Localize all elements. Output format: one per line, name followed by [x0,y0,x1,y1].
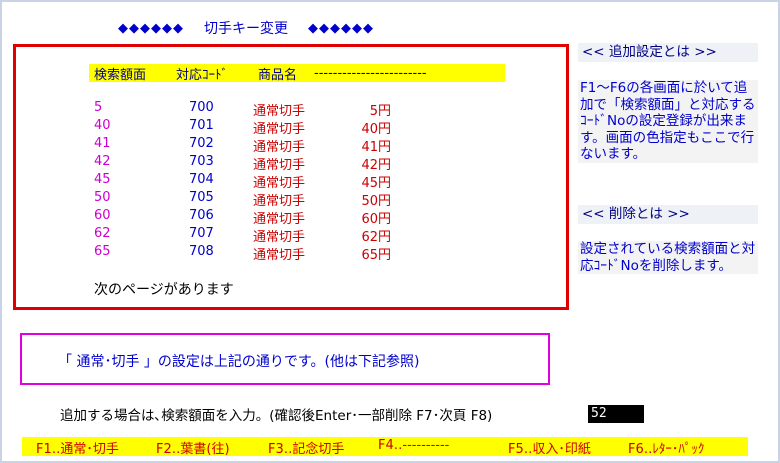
row-code: 707 [189,226,214,241]
row-price: 41円 [361,140,391,155]
row-price: 62円 [361,230,391,245]
table-row[interactable]: 50 705 通常切手 50円 [89,190,509,209]
header-code: 対応ｺｰﾄﾞ [176,67,229,83]
row-name: 通常切手 [253,104,306,119]
table-body: 5 700 通常切手 5円 40 701 通常切手 40円 41 702 通常切… [89,100,509,263]
delete-help-panel: << 削除とは >> 設定されている検索額面と対応ｺｰﾄﾞNoを削除します。 [578,205,758,274]
table-row[interactable]: 5 700 通常切手 5円 [89,100,509,119]
row-code: 704 [189,172,214,187]
title-decoration-right: ◆◆◆◆◆◆ [308,20,374,36]
next-page-notice: 次のページがあります [94,282,234,298]
row-name: 通常切手 [253,176,306,191]
row-name: 通常切手 [253,122,306,137]
row-amount: 42 [94,154,111,169]
row-price: 5円 [369,104,391,119]
row-amount: 50 [94,190,111,205]
row-code: 700 [189,100,214,115]
row-amount: 41 [94,136,111,151]
fkey-f3[interactable]: F3‥記念切手 [268,438,344,457]
row-name: 通常切手 [253,248,306,263]
header-dashes: ------------------------ [314,65,427,81]
message-box: 「 通常･切手 」の設定は上記の通りです。(他は下記参照) [20,333,550,385]
stamp-key-table-panel: 検索額面 対応ｺｰﾄﾞ 商品名 ------------------------… [13,44,569,310]
table-row[interactable]: 42 703 通常切手 42円 [89,154,509,173]
row-amount: 62 [94,226,111,241]
row-name: 通常切手 [253,230,306,245]
table-row[interactable]: 65 708 通常切手 65円 [89,244,509,263]
table-row[interactable]: 60 706 通常切手 60円 [89,208,509,227]
row-name: 通常切手 [253,158,306,173]
message-text: 「 通常･切手 」の設定は上記の通りです。(他は下記参照) [58,354,420,370]
row-name: 通常切手 [253,194,306,209]
row-amount: 5 [94,100,103,115]
row-amount: 65 [94,244,111,259]
row-code: 701 [189,118,214,133]
amount-input[interactable]: 52 [588,405,644,423]
fkey-f5[interactable]: F5‥収入･印紙 [508,438,591,457]
row-price: 45円 [361,176,391,191]
add-help-panel: << 追加設定とは >> F1～F6の各画面に於いて追加で「検索額面」と対応する… [578,43,758,163]
row-price: 60円 [361,212,391,227]
row-price: 42円 [361,158,391,173]
input-prompt: 追加する場合は､検索額面を入力。(確認後Enter･一部削除 F7･次頁 F8) [60,408,493,424]
header-amount: 検索額面 [94,67,147,83]
title-text: 切手キー変更 [204,21,288,37]
table-row[interactable]: 62 707 通常切手 62円 [89,226,509,245]
table-row[interactable]: 41 702 通常切手 41円 [89,136,509,155]
row-name: 通常切手 [253,140,306,155]
row-code: 703 [189,154,214,169]
row-code: 705 [189,190,214,205]
add-help-text: F1～F6の各画面に於いて追加で「検索額面」と対応するｺｰﾄﾞNoの設定登録が出… [578,80,758,163]
fkey-f4[interactable]: F4‥---------- [378,438,449,453]
row-amount: 60 [94,208,111,223]
fkey-f1[interactable]: F1‥通常･切手 [36,438,119,457]
row-price: 65円 [361,248,391,263]
screen-title: ◆◆◆◆◆◆ 切手キー変更 ◆◆◆◆◆◆ [118,18,374,38]
row-code: 706 [189,208,214,223]
header-name: 商品名 [258,67,298,83]
delete-help-heading: << 削除とは >> [578,205,758,224]
title-decoration-left: ◆◆◆◆◆◆ [118,20,184,36]
add-help-heading: << 追加設定とは >> [578,43,758,62]
row-code: 708 [189,244,214,259]
row-name: 通常切手 [253,212,306,227]
function-key-bar: F1‥通常･切手 F2‥葉書(往) F3‥記念切手 F4‥---------- … [22,437,748,457]
row-price: 40円 [361,122,391,137]
table-header: 検索額面 対応ｺｰﾄﾞ 商品名 ------------------------ [89,64,505,83]
row-amount: 40 [94,118,111,133]
table-row[interactable]: 40 701 通常切手 40円 [89,118,509,137]
row-amount: 45 [94,172,111,187]
table-row[interactable]: 45 704 通常切手 45円 [89,172,509,191]
fkey-f2[interactable]: F2‥葉書(往) [156,438,230,457]
delete-help-text: 設定されている検索額面と対応ｺｰﾄﾞNoを削除します。 [578,241,758,274]
fkey-f6[interactable]: F6‥ﾚﾀｰ･ﾊﾟｯｸ [628,438,704,457]
row-code: 702 [189,136,214,151]
row-price: 50円 [361,194,391,209]
